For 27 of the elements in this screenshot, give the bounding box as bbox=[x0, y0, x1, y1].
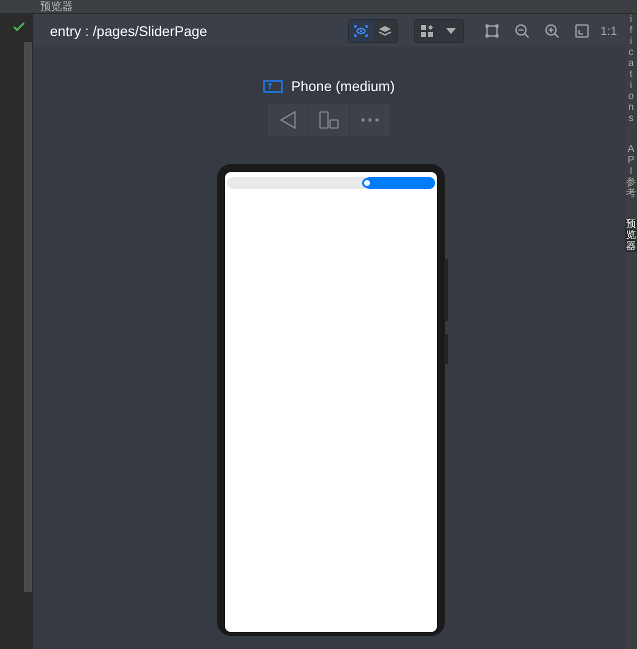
layout-dropdown[interactable] bbox=[414, 18, 464, 42]
inspector-button[interactable] bbox=[349, 20, 374, 42]
grid-icon bbox=[421, 24, 434, 36]
rotate-button[interactable] bbox=[309, 104, 349, 136]
zoom-out-icon[interactable] bbox=[515, 24, 530, 38]
device-name: Phone (medium) bbox=[291, 78, 395, 94]
side-tab[interactable]: API参考 bbox=[625, 144, 637, 199]
back-icon bbox=[280, 111, 296, 129]
page-path: entry : /pages/SliderPage bbox=[50, 22, 208, 38]
caret-icon bbox=[446, 28, 456, 34]
device-icon bbox=[263, 80, 284, 92]
fit-screen-icon[interactable] bbox=[575, 24, 590, 38]
check-icon bbox=[13, 22, 25, 32]
slider-track[interactable] bbox=[227, 177, 435, 189]
frame-icon[interactable] bbox=[485, 24, 500, 38]
back-button[interactable] bbox=[268, 104, 308, 136]
panel-title: 预览器 bbox=[40, 0, 73, 12]
actual-size-button[interactable]: 1:1 bbox=[600, 24, 617, 38]
more-icon bbox=[361, 118, 379, 122]
scrollbar[interactable] bbox=[24, 42, 32, 592]
side-tab[interactable]: 预览器 bbox=[625, 219, 637, 252]
zoom-in-icon[interactable] bbox=[545, 24, 560, 38]
side-tab[interactable]: ifications bbox=[625, 14, 637, 124]
eye-icon bbox=[354, 24, 368, 36]
rotate-device-icon bbox=[319, 111, 339, 129]
slider-thumb[interactable] bbox=[362, 178, 372, 188]
layers-icon bbox=[378, 24, 392, 36]
